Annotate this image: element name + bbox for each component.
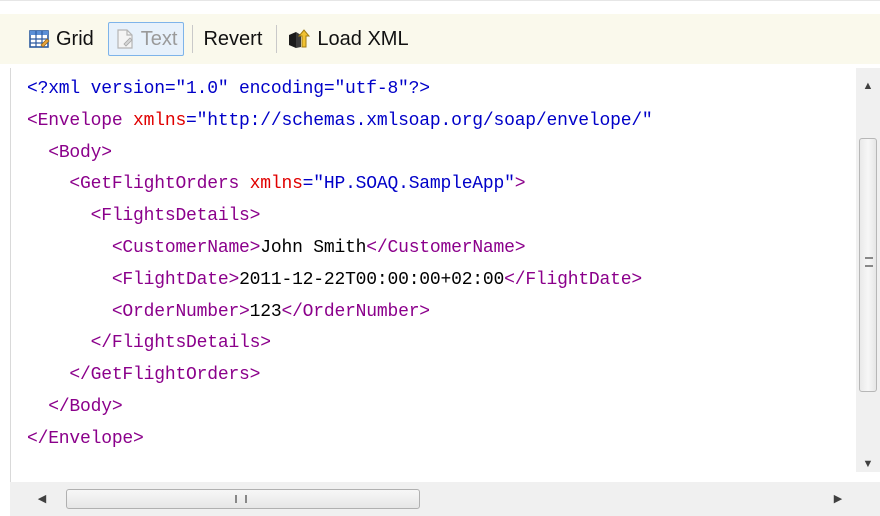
- xml-line: </Envelope>: [27, 424, 653, 456]
- xml-line: </Body>: [27, 392, 653, 424]
- xml-token-tag: <GetFlightOrders: [69, 174, 250, 195]
- xml-token-val: ="http://schemas.xmlsoap.org/soap/envelo…: [186, 110, 653, 131]
- xml-token-pi: <?xml version="1.0" encoding="utf-8"?>: [27, 79, 430, 99]
- xml-token-txt: John Smith: [260, 237, 367, 258]
- xml-line: <Body>: [27, 138, 653, 170]
- horizontal-scroll-thumb[interactable]: [66, 489, 420, 509]
- revert-button[interactable]: Revert: [201, 22, 268, 56]
- xml-token-tag: <Envelope: [27, 110, 134, 131]
- xml-line: </GetFlightOrders>: [27, 360, 653, 392]
- xml-line: <CustomerName>John Smith</CustomerName>: [27, 233, 653, 265]
- xml-token-attr: xmlns: [249, 174, 303, 195]
- vertical-scrollbar[interactable]: ▲ ▼: [856, 68, 880, 472]
- scroll-left-icon[interactable]: ◀: [30, 490, 54, 508]
- horizontal-scrollbar[interactable]: ◀ ▶: [10, 482, 856, 516]
- scroll-up-icon[interactable]: ▲: [856, 76, 880, 96]
- xml-line: </FlightsDetails>: [27, 328, 653, 360]
- xml-token-attr: xmlns: [133, 110, 187, 131]
- grid-icon: [28, 28, 50, 50]
- xml-line: <FlightDate>2011-12-22T00:00:00+02:00</F…: [27, 265, 653, 297]
- xml-token-tag: >: [514, 174, 526, 195]
- text-view-button[interactable]: Text: [107, 22, 185, 56]
- xml-token-txt: 123: [249, 301, 282, 322]
- xml-line: <FlightsDetails>: [27, 201, 653, 233]
- xml-line: <OrderNumber>123</OrderNumber>: [27, 297, 653, 329]
- xml-token-txt: 2011-12-22T00:00:00+02:00: [239, 269, 505, 290]
- scroll-grip-icon: [235, 495, 247, 503]
- xml-token-tag: <OrderNumber>: [111, 301, 250, 322]
- xml-token-tag: </Envelope>: [27, 428, 144, 449]
- text-icon: [115, 28, 135, 50]
- revert-button-label: Revert: [203, 27, 263, 50]
- scroll-down-icon[interactable]: ▼: [856, 454, 880, 474]
- xml-token-tag: <FlightDate>: [111, 269, 240, 290]
- grid-view-button[interactable]: Grid: [24, 22, 100, 56]
- load-xml-icon: [287, 27, 311, 51]
- xml-line: <GetFlightOrders xmlns="HP.SOAQ.SampleAp…: [27, 169, 653, 201]
- xml-text-editor[interactable]: <?xml version="1.0" encoding="utf-8"?> <E…: [10, 68, 877, 516]
- xml-line: <?xml version="1.0" encoding="utf-8"?>: [27, 74, 653, 106]
- scroll-right-icon[interactable]: ▶: [826, 490, 850, 508]
- scroll-grip-icon: [865, 257, 873, 267]
- xml-token-tag: <Body>: [48, 142, 112, 163]
- window-top-border: [0, 0, 880, 9]
- load-xml-button-label: Load XML: [317, 27, 409, 50]
- xml-token-tag: <CustomerName>: [111, 237, 261, 258]
- load-xml-button[interactable]: Load XML: [285, 22, 414, 56]
- grid-button-label: Grid: [56, 27, 94, 50]
- xml-code: <?xml version="1.0" encoding="utf-8"?> <E…: [27, 74, 653, 456]
- toolbar-separator: [192, 25, 194, 53]
- xml-line: <Envelope xmlns="http://schemas.xmlsoap.…: [27, 106, 653, 138]
- xml-token-tag: </CustomerName>: [366, 237, 526, 258]
- text-button-label: Text: [140, 27, 178, 50]
- xml-token-tag: </GetFlightOrders>: [69, 365, 261, 386]
- xml-token-tag: <FlightsDetails>: [90, 206, 261, 227]
- vertical-scroll-thumb[interactable]: [859, 138, 877, 392]
- xml-token-tag: </OrderNumber>: [281, 301, 430, 322]
- toolbar: Grid Text Revert Load XML: [0, 14, 880, 64]
- xml-token-tag: </FlightDate>: [504, 269, 642, 290]
- xml-token-val: ="HP.SOAQ.SampleApp": [302, 174, 515, 195]
- xml-token-tag: </Body>: [48, 396, 123, 417]
- xml-token-tag: </FlightsDetails>: [90, 333, 271, 354]
- scrollbar-corner: [856, 482, 880, 516]
- toolbar-separator: [276, 25, 278, 53]
